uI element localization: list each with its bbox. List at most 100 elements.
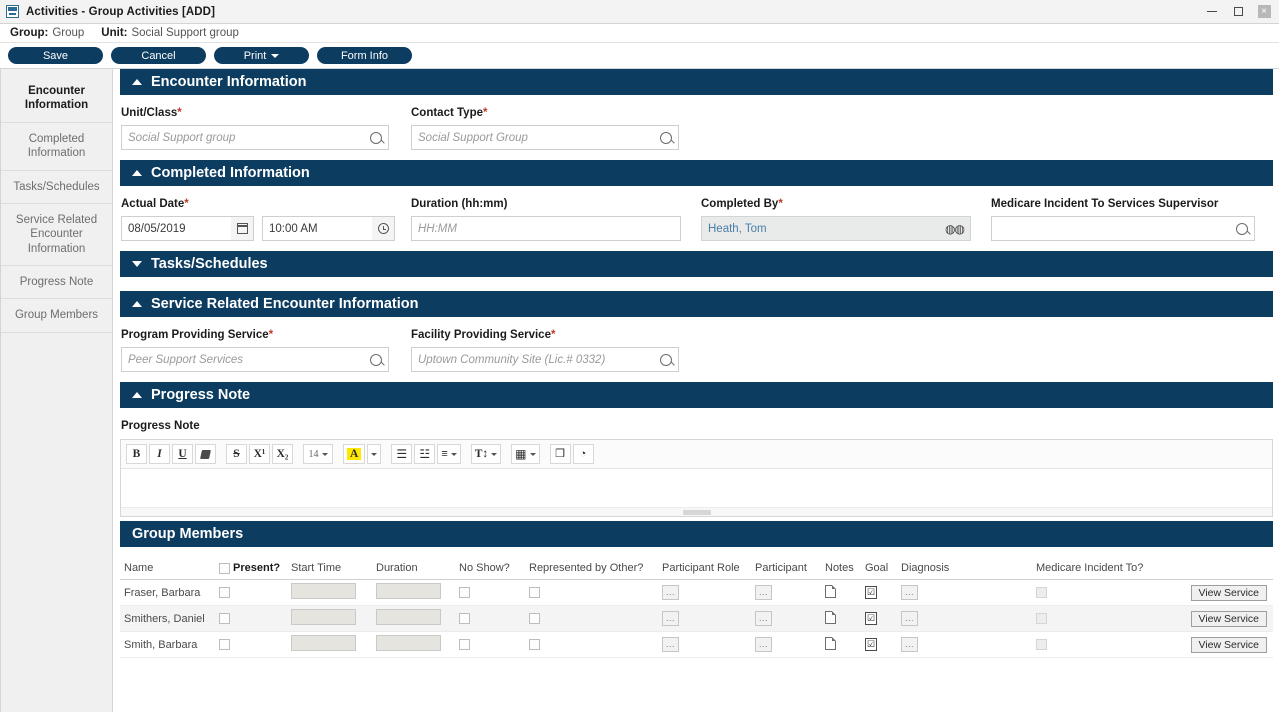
duration-input[interactable]: HH:MM (411, 216, 681, 241)
bold-button[interactable]: B (126, 444, 147, 464)
view-service-button[interactable]: View Service (1191, 585, 1268, 601)
table-dropdown[interactable]: ▦ (511, 444, 539, 464)
section-header-encounter-information[interactable]: Encounter Information (120, 69, 1273, 95)
sidebar-item-group-members[interactable]: Group Members (1, 299, 112, 332)
superscript-button[interactable]: X¹ (249, 444, 270, 464)
view-service-button[interactable]: View Service (1191, 611, 1268, 627)
present-checkbox[interactable] (219, 587, 230, 598)
sidebar-item-service-related-encounter-information[interactable]: Service Related Encounter Information (1, 204, 112, 266)
section-header-progress-note[interactable]: Progress Note (120, 382, 1273, 408)
goal-checklist-icon[interactable]: ☑ (865, 612, 877, 625)
participant-role-ellipsis-button[interactable]: ... (662, 637, 679, 652)
no-show-checkbox[interactable] (459, 613, 470, 624)
diagnosis-ellipsis-button[interactable]: ... (901, 611, 918, 626)
start-time-input[interactable] (291, 609, 356, 625)
search-icon[interactable] (660, 354, 672, 366)
insert-time-button[interactable]: ◔ (573, 444, 594, 464)
bulleted-list-button[interactable]: ☰ (391, 444, 412, 464)
diagnosis-ellipsis-button[interactable]: ... (901, 637, 918, 652)
search-icon[interactable] (1236, 223, 1248, 235)
print-button[interactable]: Print (214, 47, 309, 64)
participant-ellipsis-button[interactable]: ... (755, 585, 772, 600)
chevron-down-icon (271, 54, 279, 58)
cell-diagnosis: ... (897, 606, 1032, 632)
binoculars-icon[interactable]: ◍◍ (945, 222, 964, 236)
cell-notes (821, 632, 861, 658)
select-all-present-checkbox[interactable] (219, 563, 230, 574)
save-button[interactable]: Save (8, 47, 103, 64)
completed-by-input[interactable]: Heath, Tom ◍◍ (701, 216, 971, 241)
participant-role-ellipsis-button[interactable]: ... (662, 585, 679, 600)
maximize-button[interactable] (1225, 1, 1251, 23)
represented-by-other-checkbox[interactable] (529, 639, 540, 650)
participant-ellipsis-button[interactable]: ... (755, 637, 772, 652)
remove-format-icon[interactable] (195, 444, 216, 464)
font-size-dropdown[interactable]: 14 (303, 444, 333, 464)
paste-document-button[interactable]: ❒ (550, 444, 571, 464)
sidebar-item-encounter-information[interactable]: Encounter Information (1, 75, 112, 123)
goal-checklist-icon[interactable]: ☑ (865, 586, 877, 599)
cell-start-time (287, 606, 372, 632)
present-checkbox[interactable] (219, 639, 230, 650)
duration-input[interactable] (376, 583, 441, 599)
section-title-progress-note: Progress Note (151, 387, 250, 403)
sidebar-item-tasks-schedules[interactable]: Tasks/Schedules (1, 171, 112, 204)
duration-input[interactable] (376, 609, 441, 625)
contact-type-input[interactable]: Social Support Group (411, 125, 679, 150)
facility-providing-service-input[interactable]: Uptown Community Site (Lic.# 0332) (411, 347, 679, 372)
section-header-service-related[interactable]: Service Related Encounter Information (120, 291, 1273, 317)
minimize-button[interactable] (1199, 1, 1225, 23)
numbered-list-button[interactable]: ☳ (414, 444, 435, 464)
no-show-checkbox[interactable] (459, 639, 470, 650)
duration-input[interactable] (376, 635, 441, 651)
actual-time-input[interactable]: 10:00 AM (262, 216, 372, 241)
time-picker-button[interactable] (372, 216, 395, 241)
calendar-picker-button[interactable] (231, 216, 254, 241)
view-service-button[interactable]: View Service (1191, 637, 1268, 653)
actual-date-input[interactable]: 08/05/2019 (121, 216, 231, 241)
present-checkbox[interactable] (219, 613, 230, 624)
search-icon[interactable] (660, 132, 672, 144)
italic-button[interactable]: I (149, 444, 170, 464)
form-info-button[interactable]: Form Info (317, 47, 412, 64)
sidebar-item-progress-note[interactable]: Progress Note (1, 266, 112, 299)
text-highlight-color-dropdown[interactable] (367, 444, 381, 464)
diagnosis-ellipsis-button[interactable]: ... (901, 585, 918, 600)
notes-document-icon[interactable] (825, 585, 836, 598)
subscript-button[interactable]: X₂ (272, 444, 293, 464)
progress-note-textarea[interactable] (121, 469, 1272, 507)
search-icon[interactable] (370, 354, 382, 366)
notes-document-icon[interactable] (825, 611, 836, 624)
cell-start-time (287, 580, 372, 606)
represented-by-other-checkbox[interactable] (529, 587, 540, 598)
section-header-completed-information[interactable]: Completed Information (120, 160, 1273, 186)
section-header-group-members[interactable]: Group Members (120, 521, 1273, 547)
cancel-button[interactable]: Cancel (111, 47, 206, 64)
program-providing-service-input[interactable]: Peer Support Services (121, 347, 389, 372)
represented-by-other-checkbox[interactable] (529, 613, 540, 624)
strikethrough-button[interactable]: S (226, 444, 247, 464)
resize-grip-handle[interactable] (683, 510, 711, 515)
chevron-down-icon (132, 261, 142, 267)
participant-ellipsis-button[interactable]: ... (755, 611, 772, 626)
sidebar-item-completed-information[interactable]: Completed Information (1, 123, 112, 171)
notes-document-icon[interactable] (825, 637, 836, 650)
start-time-input[interactable] (291, 583, 356, 599)
text-style-dropdown[interactable]: T↕ (471, 444, 501, 464)
section-header-tasks-schedules[interactable]: Tasks/Schedules (120, 251, 1273, 277)
search-icon[interactable] (370, 132, 382, 144)
text-highlight-button[interactable]: A (343, 444, 365, 464)
start-time-input[interactable] (291, 635, 356, 651)
close-button[interactable]: × (1251, 1, 1277, 23)
editor-toolbar: B I U S X¹ X₂ 14 A (121, 440, 1272, 469)
goal-checklist-icon[interactable]: ☑ (865, 638, 877, 651)
group-members-table-wrap: Name Present? Start Time Duration No Sho… (120, 547, 1273, 658)
medicare-supervisor-input[interactable] (991, 216, 1255, 241)
unit-class-input[interactable]: Social Support group (121, 125, 389, 150)
no-show-checkbox[interactable] (459, 587, 470, 598)
participant-role-ellipsis-button[interactable]: ... (662, 611, 679, 626)
underline-button[interactable]: U (172, 444, 193, 464)
editor-resize-footer (121, 507, 1272, 516)
align-dropdown[interactable]: ≡ (437, 444, 460, 464)
cell-start-time (287, 632, 372, 658)
